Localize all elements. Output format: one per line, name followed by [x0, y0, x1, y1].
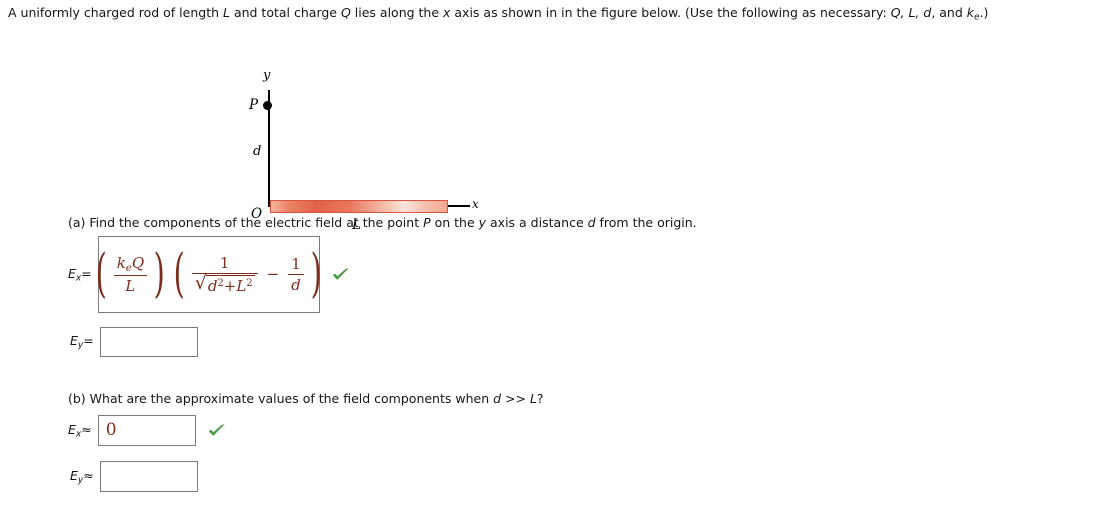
part-a-text-1: (a) Find the components of the electric … — [68, 215, 424, 230]
label-ey-part-b-relation: ≈ — [83, 467, 94, 483]
statement-var-L: L — [223, 5, 230, 20]
label-ex-part-b-var: E — [68, 421, 76, 437]
label-ey-part-a-relation: = — [83, 333, 94, 349]
token-k: k — [116, 253, 126, 272]
radicand-L-exponent: 2 — [246, 278, 253, 290]
fraction-keq-over-l: keQ L — [113, 254, 148, 295]
label-ey-part-b-var: E — [70, 467, 78, 483]
part-a-text-2: on the — [430, 215, 479, 230]
label-ey-part-a: Ey= — [70, 333, 94, 351]
fraction-denominator-sqrt: √ d2+L2 — [191, 273, 258, 296]
fraction-one-over-sqrt: 1 √ d2+L2 — [191, 254, 258, 296]
green-check-icon — [332, 268, 349, 280]
charged-rod-shape — [270, 200, 448, 213]
fraction-numerator-one-a: 1 — [219, 254, 230, 273]
fraction-denominator-l: L — [113, 275, 148, 295]
label-ex-part-a-var: E — [68, 265, 76, 281]
figure-charged-rod-diagram: y P d O x L — [120, 32, 479, 233]
fraction-one-over-d: 1 d — [288, 255, 304, 294]
answer-row-ex-part-a: Ex= ( keQ L ) ( 1 √ d2+L2 − 1 d) — [68, 236, 350, 313]
y-axis-label: y — [263, 68, 271, 83]
statement-text-4: axis as shown in in the figure below. (U… — [450, 5, 891, 20]
statement-text-2: and total charge — [229, 5, 341, 20]
label-ex-part-b: Ex≈ — [68, 422, 92, 440]
input-ex-part-a[interactable]: ( keQ L ) ( 1 √ d2+L2 − 1 d ) — [96, 236, 321, 313]
part-b-var-L: L — [529, 391, 537, 406]
problem-statement: A uniformly charged rod of length L and … — [8, 4, 1098, 27]
statement-var-Q: Q — [340, 5, 351, 20]
input-ex-part-b-value: 0 — [105, 420, 117, 440]
statement-text-3: lies along the — [350, 5, 444, 20]
label-ey-part-a-var: E — [70, 333, 78, 349]
answer-row-ey-part-b: Ey≈ — [70, 461, 198, 492]
radical-body: d2+L2 — [205, 275, 255, 296]
radicand-d: d — [207, 277, 218, 296]
part-a-prompt: (a) Find the components of the electric … — [68, 215, 697, 230]
point-p-marker-dot — [263, 101, 272, 110]
green-check-icon — [208, 424, 225, 436]
statement-var-k: k — [966, 5, 975, 20]
answer-row-ex-part-b: Ex≈ 0 — [68, 415, 226, 446]
radical-d2-plus-l2: √ d2+L2 — [195, 274, 255, 296]
part-a-var-d: d — [587, 215, 596, 230]
part-a-text-3: axis a distance — [486, 215, 588, 230]
input-ey-part-b[interactable] — [99, 461, 198, 492]
fraction-numerator-keq: keQ — [114, 254, 147, 275]
part-b-text-1: (b) What are the approximate values of t… — [68, 391, 494, 406]
input-ex-part-b[interactable]: 0 — [97, 415, 196, 446]
part-b-prompt: (b) What are the approximate values of t… — [68, 391, 544, 406]
x-axis-line — [448, 205, 470, 207]
operator-minus: − — [266, 265, 280, 284]
radicand-L: L — [236, 277, 247, 296]
fraction-denominator-d: d — [288, 273, 304, 294]
x-axis-label: x — [472, 197, 479, 211]
token-Q: Q — [131, 253, 145, 272]
input-ey-part-a[interactable] — [99, 327, 198, 357]
answer-row-ey-part-a: Ey= — [70, 327, 198, 357]
point-p-label: P — [249, 97, 259, 113]
part-b-text-2: >> — [501, 391, 530, 406]
statement-vars-allowed: Q, L, d — [890, 5, 932, 20]
label-ex-part-b-relation: ≈ — [81, 421, 92, 437]
part-b-text-3: ? — [536, 391, 544, 406]
part-a-var-y: y — [478, 215, 487, 230]
statement-text-6: .) — [979, 5, 989, 20]
distance-d-label: d — [253, 144, 262, 159]
part-a-text-4: from the origin. — [595, 215, 697, 230]
ex-part-a-expression: ( keQ L ) ( 1 √ d2+L2 − 1 d ) — [95, 244, 322, 305]
part-a-var-P: P — [423, 215, 431, 230]
fraction-numerator-one-b: 1 — [291, 254, 301, 273]
label-ey-part-b: Ey≈ — [70, 468, 94, 486]
part-b-var-d: d — [493, 391, 502, 406]
statement-text-1: A uniformly charged rod of length — [8, 5, 223, 20]
statement-text-5: , and — [931, 5, 967, 20]
label-ex-part-a-relation: = — [81, 265, 92, 281]
label-ex-part-a: Ex= — [68, 266, 92, 284]
radicand-plus: + — [223, 277, 237, 296]
